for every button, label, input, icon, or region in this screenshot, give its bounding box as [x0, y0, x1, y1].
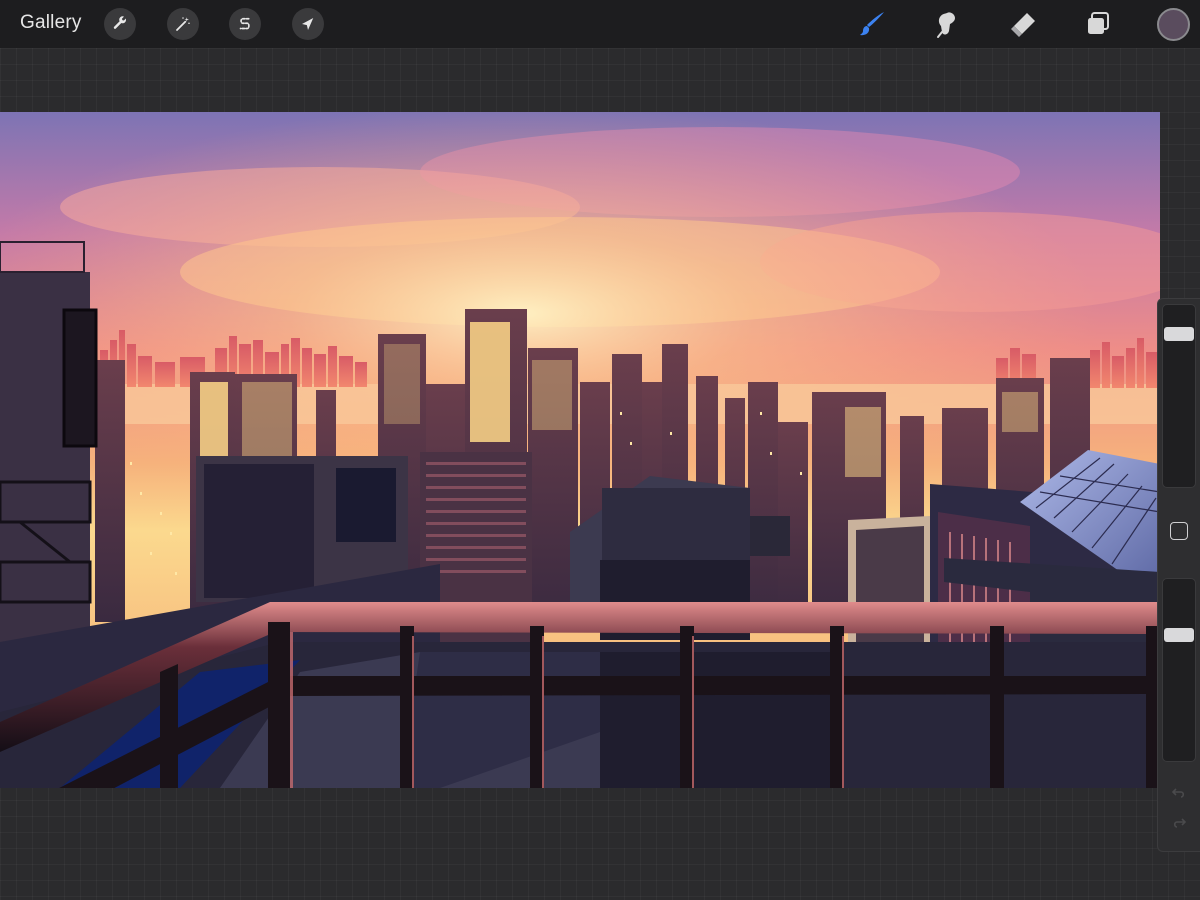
wrench-icon — [113, 16, 127, 29]
smudge-tool-button[interactable] — [928, 6, 964, 42]
color-picker-button[interactable] — [1157, 8, 1190, 41]
top-toolbar: Gallery — [0, 0, 1200, 48]
eraser-icon — [1011, 13, 1035, 37]
selection-s-icon — [239, 17, 250, 30]
adjustments-button[interactable] — [167, 8, 199, 40]
redo-icon[interactable] — [1172, 815, 1186, 829]
selection-button[interactable] — [229, 8, 261, 40]
artwork-city-sunset — [0, 112, 1160, 788]
arrow-cursor-icon — [302, 18, 314, 30]
magic-wand-icon — [176, 17, 190, 31]
drawing-canvas[interactable] — [0, 112, 1160, 788]
brush-sidebar — [1157, 298, 1200, 852]
undo-icon[interactable] — [1172, 785, 1186, 799]
modify-button[interactable] — [1170, 522, 1188, 540]
actions-button[interactable] — [104, 8, 136, 40]
brush-tool-button[interactable] — [855, 6, 891, 42]
transform-button[interactable] — [292, 8, 324, 40]
opacity-slider[interactable] — [1162, 578, 1196, 762]
layers-icon — [1088, 12, 1109, 34]
brush-size-slider[interactable] — [1162, 304, 1196, 488]
eraser-tool-button[interactable] — [1005, 6, 1041, 42]
brush-size-thumb[interactable] — [1164, 327, 1194, 341]
brush-icon — [860, 12, 884, 36]
smudge-icon — [937, 12, 955, 38]
gallery-button[interactable]: Gallery — [20, 12, 82, 34]
layers-tool-button[interactable] — [1080, 6, 1116, 42]
opacity-thumb[interactable] — [1164, 628, 1194, 642]
